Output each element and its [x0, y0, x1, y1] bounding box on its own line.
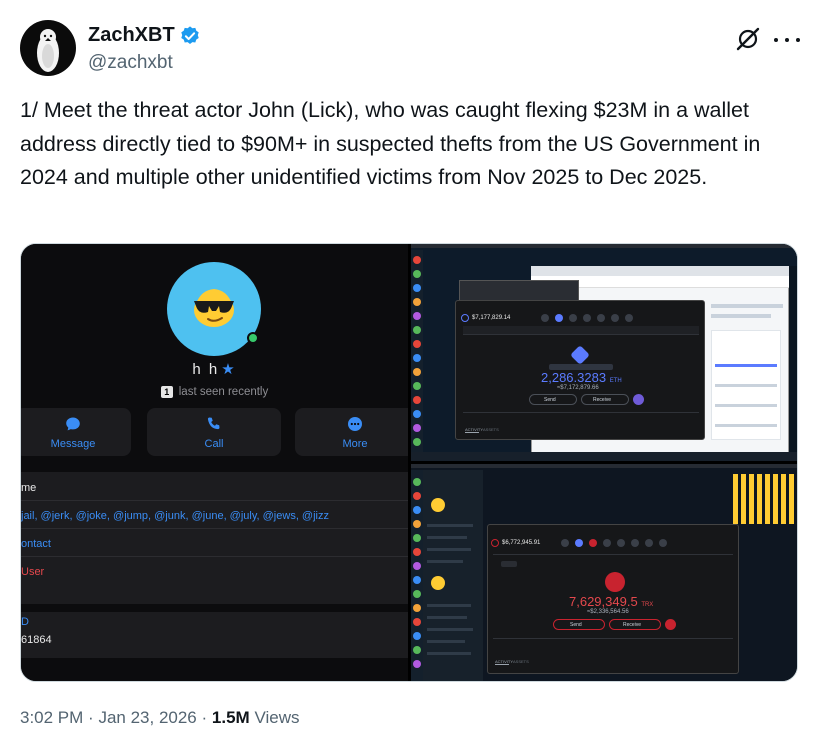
trx-send-button[interactable]: Send [553, 619, 605, 630]
message-button[interactable]: Message [21, 408, 131, 456]
emoji-panel [733, 474, 795, 524]
trx-assets-tab[interactable]: ASSETS [513, 659, 529, 664]
meta-separator: · [88, 708, 94, 727]
message-button-label: Message [50, 438, 96, 450]
profile-info-block: me jail, @jerk, @joke, @jump, @junk, @ju… [21, 472, 408, 604]
tweet-meta-row: 3:02 PM · Jan 23, 2026 · 1.5M Views [20, 708, 299, 728]
trx-receive-button[interactable]: Receive [609, 619, 661, 630]
author-avatar[interactable] [20, 20, 76, 76]
trx-usd-value: ≈$2,336,564.56 [587, 609, 629, 615]
profile-avatar [167, 262, 261, 356]
tweet-date[interactable]: Jan 23, 2026 [98, 708, 196, 727]
eth-balance: 2,286.3283 ETH [541, 370, 622, 385]
premium-star-icon: ★ [221, 361, 237, 378]
meta-separator: · [201, 708, 208, 727]
media-image-profile[interactable]: h h ★ 1 last seen recently Message Call M [21, 244, 408, 681]
eth-usd-value: ≈$7,172,879.66 [557, 385, 599, 391]
author-display-name[interactable]: ZachXBT [88, 24, 175, 47]
trx-balance: 7,629,349.5 TRX [569, 594, 654, 609]
verified-badge-icon [180, 25, 199, 44]
media-image-eth-wallet[interactable]: $7,177,829.14 2,286.3283 ETH ≈$7,172,879… [411, 244, 797, 461]
profile-id-block: D 61864 [21, 612, 408, 658]
tweet-text: 1/ Meet the threat actor John (Lick), wh… [20, 98, 761, 189]
more-button-label: More [342, 438, 368, 450]
more-options-icon[interactable] [774, 30, 800, 50]
media-image-trx-wallet[interactable]: $6,772,945.91 7,629,349.5 TRX ≈$2,336,56… [411, 464, 797, 681]
penguin-avatar-image [37, 29, 59, 72]
usernames-list[interactable]: jail, @jerk, @joke, @jump, @junk, @june,… [21, 510, 329, 522]
phone-icon [207, 417, 220, 430]
sunglasses-emoji-icon [194, 289, 234, 327]
eth-assets-tab[interactable]: ASSETS [483, 427, 499, 432]
eth-send-button[interactable]: Send [529, 394, 577, 405]
profile-name: h h [192, 361, 220, 378]
last-seen-row: 1 last seen recently [21, 386, 408, 398]
author-name-row: ZachXBT [88, 24, 201, 47]
username-label: me [21, 482, 37, 494]
id-label: D [21, 616, 29, 628]
last-seen-text: last seen recently [178, 386, 269, 399]
id-value: 61864 [21, 634, 52, 646]
eth-swap-button[interactable] [633, 394, 644, 405]
tweet-header: ZachXBT @zachxbt [20, 20, 800, 76]
trx-logo-icon [491, 539, 499, 547]
grok-icon[interactable] [735, 26, 761, 52]
author-handle[interactable]: @zachxbt [88, 52, 173, 74]
tweet-time[interactable]: 3:02 PM [20, 708, 83, 727]
eth-small-balance: $7,177,829.14 [472, 315, 511, 321]
views-label: Views [254, 708, 300, 727]
message-bubble-icon [66, 417, 80, 431]
trx-token-icon [605, 572, 625, 592]
last-seen-badge: 1 [160, 386, 173, 398]
trx-small-balance: $6,772,945.91 [502, 540, 541, 546]
more-dots-icon [348, 417, 362, 431]
share-contact-link[interactable]: ontact [21, 538, 51, 550]
call-button-label: Call [204, 438, 224, 450]
views-count: 1.5M [211, 708, 250, 727]
profile-name-row: h h ★ [21, 360, 408, 378]
online-status-dot [247, 332, 259, 344]
trx-swap-button[interactable] [665, 619, 676, 630]
more-button[interactable]: More [295, 408, 408, 456]
call-button[interactable]: Call [147, 408, 281, 456]
block-user-link[interactable]: User [21, 566, 44, 578]
eth-logo-icon [461, 314, 469, 322]
media-grid[interactable]: h h ★ 1 last seen recently Message Call M [20, 243, 798, 682]
eth-receive-button[interactable]: Receive [581, 394, 629, 405]
